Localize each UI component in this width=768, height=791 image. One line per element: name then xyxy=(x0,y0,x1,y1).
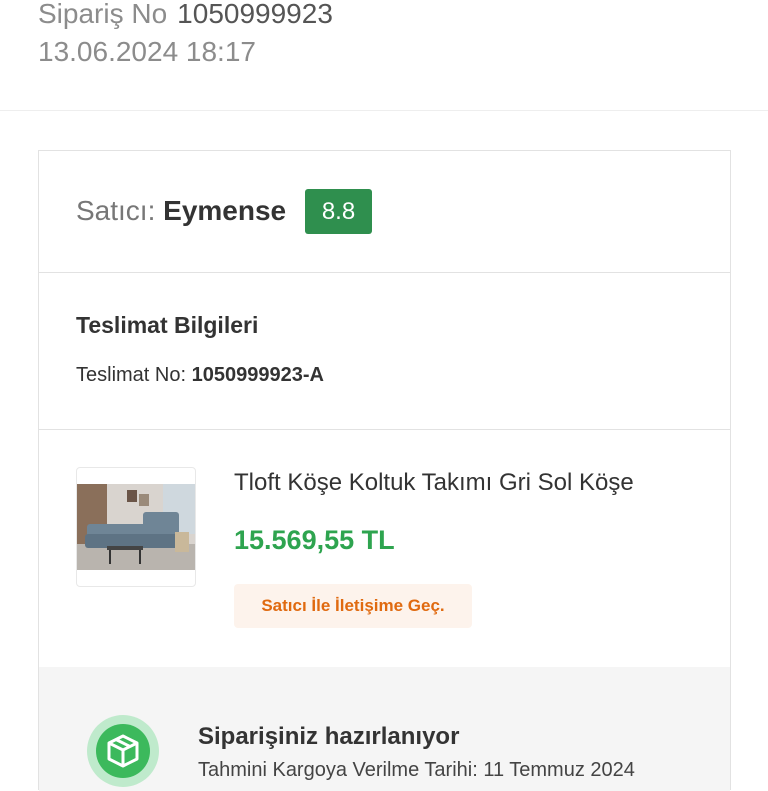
sofa-image xyxy=(77,484,195,570)
order-status-section: Siparişiniz hazırlanıyor Tahmini Kargoya… xyxy=(39,667,730,791)
status-subtitle: Tahmini Kargoya Verilme Tarihi: 11 Temmu… xyxy=(198,759,635,781)
order-number: Sipariş No 1050999923 xyxy=(38,0,333,30)
order-card: Satıcı: Eymense 8.8 Teslimat Bilgileri T… xyxy=(38,150,731,791)
product-section: Tloft Köşe Koltuk Takımı Gri Sol Köşe 15… xyxy=(39,429,730,668)
seller-name[interactable]: Eymense xyxy=(163,195,286,226)
product-name[interactable]: Tloft Köşe Koltuk Takımı Gri Sol Köşe xyxy=(234,469,634,497)
order-number-value: 1050999923 xyxy=(177,0,333,29)
product-thumbnail[interactable] xyxy=(76,467,196,587)
delivery-title: Teslimat Bilgileri xyxy=(76,312,259,338)
order-date: 13.06.2024 18:17 xyxy=(38,36,256,67)
seller-rating-badge: 8.8 xyxy=(305,189,372,234)
seller-label: Satıcı: Eymense xyxy=(76,195,286,227)
delivery-number-value: 1050999923-A xyxy=(191,364,324,386)
delivery-section: Teslimat Bilgileri Teslimat No: 10509999… xyxy=(39,272,730,430)
status-icon-ring xyxy=(87,715,159,787)
contact-seller-button[interactable]: Satıcı İle İletişime Geç. xyxy=(234,584,472,628)
seller-section: Satıcı: Eymense 8.8 xyxy=(39,151,730,273)
product-price: 15.569,55 TL xyxy=(234,525,395,555)
delivery-number: Teslimat No: 1050999923-A xyxy=(76,364,324,387)
seller-label-text: Satıcı: xyxy=(76,195,156,226)
order-number-label: Sipariş No xyxy=(38,0,168,29)
package-icon xyxy=(96,724,150,778)
status-title: Siparişiniz hazırlanıyor xyxy=(198,723,460,750)
order-header: Sipariş No 1050999923 13.06.2024 18:17 xyxy=(0,0,768,111)
delivery-number-label: Teslimat No: xyxy=(76,364,187,386)
